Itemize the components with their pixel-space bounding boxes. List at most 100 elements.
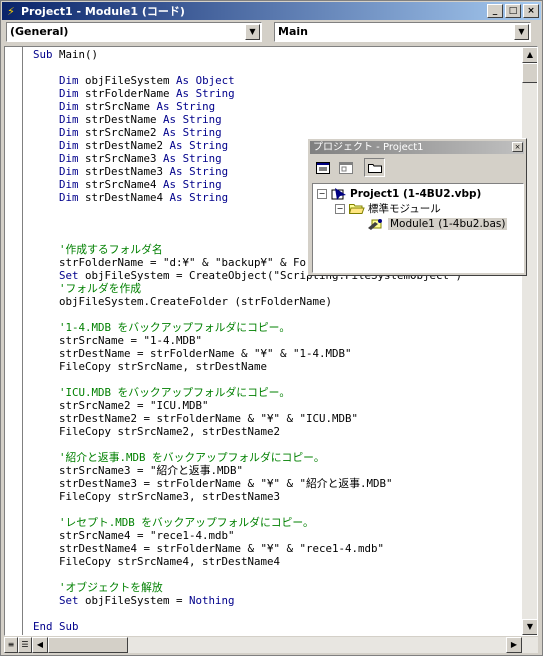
toggle-folders-icon[interactable]	[364, 158, 385, 177]
code-line[interactable]: FileCopy strSrcName2, strDestName2	[33, 425, 462, 438]
code-line[interactable]: 'オブジェクトを解放	[33, 581, 462, 594]
code-line[interactable]: strDestName2 = strFolderName & "¥" & "IC…	[33, 412, 462, 425]
close-icon[interactable]: ×	[512, 142, 523, 152]
code-statement: Dim strDestName2 As String	[59, 139, 229, 152]
code-line[interactable]: 'レセプト.MDB をバックアップフォルダにコピー。	[33, 516, 462, 529]
code-statement: Dim strSrcName As String	[59, 100, 216, 113]
code-line[interactable]	[33, 438, 462, 451]
code-line[interactable]: '1-4.MDB をバックアップフォルダにコピー。	[33, 321, 462, 334]
scroll-left-icon[interactable]: ◀	[32, 637, 48, 653]
code-line[interactable]: Sub Main()	[33, 48, 462, 61]
code-statement: FileCopy strSrcName3, strDestName3	[33, 490, 281, 503]
code-statement: Dim strSrcName4 As String	[59, 178, 222, 191]
view-code-icon[interactable]	[312, 158, 333, 177]
tree-item-project[interactable]: − Project1 (1-4BU2.vbp)	[317, 186, 481, 201]
code-line[interactable]: strSrcName2 = "ICU.MDB"	[33, 399, 462, 412]
scroll-thumb[interactable]	[522, 63, 537, 83]
object-combo-value: (General)	[10, 25, 69, 38]
code-statement: strDestName = strFolderName & "¥" & "1-4…	[33, 347, 352, 360]
code-line[interactable]	[33, 503, 462, 516]
code-line[interactable]: strSrcName = "1-4.MDB"	[33, 334, 462, 347]
code-statement: Dim objFileSystem As Object	[59, 74, 235, 87]
view-object-icon[interactable]	[335, 158, 356, 177]
horizontal-scroll-thumb[interactable]	[48, 637, 128, 653]
tree-item-folder[interactable]: − 標準モジュール	[335, 201, 441, 216]
chevron-down-icon[interactable]: ▼	[245, 24, 260, 40]
chevron-down-icon[interactable]: ▼	[514, 24, 529, 40]
tree-item-project-label: Project1 (1-4BU2.vbp)	[350, 187, 482, 200]
code-line[interactable]: Dim strDestName As String	[33, 113, 462, 126]
code-statement: FileCopy strSrcName, strDestName	[33, 360, 268, 373]
code-line[interactable]	[33, 568, 462, 581]
vertical-scrollbar[interactable]: ▲ ▼	[522, 47, 537, 635]
code-comment: 'フォルダを作成	[33, 282, 142, 295]
folder-open-icon	[349, 204, 365, 214]
code-line[interactable]	[33, 308, 462, 321]
procedure-combo-value: Main	[278, 25, 308, 38]
code-line[interactable]: FileCopy strSrcName, strDestName	[33, 360, 462, 373]
code-line[interactable]: strDestName = strFolderName & "¥" & "1-4…	[33, 347, 462, 360]
object-combo[interactable]: (General) ▼	[6, 22, 262, 42]
scroll-right-icon[interactable]: ▶	[506, 637, 522, 653]
code-line[interactable]: strDestName4 = strFolderName & "¥" & "re…	[33, 542, 462, 555]
code-line[interactable]: Dim strSrcName As String	[33, 100, 462, 113]
vb-app-icon[interactable]: ⚡	[4, 4, 18, 18]
code-statement: strSrcName4 = "rece1-4.mdb"	[33, 529, 235, 542]
scroll-up-icon[interactable]: ▲	[522, 47, 537, 63]
vb-project-icon	[331, 187, 346, 200]
project-tree[interactable]: − Project1 (1-4BU2.vbp) − 標準モジュール Module…	[312, 183, 524, 273]
code-line[interactable]: strSrcName3 = "紹介と返事.MDB"	[33, 464, 462, 477]
code-line[interactable]	[33, 373, 462, 386]
maximize-button[interactable]: □	[505, 4, 521, 18]
procedure-view-icon[interactable]: ≡	[4, 637, 18, 653]
code-statement: FileCopy strSrcName4, strDestName4	[33, 555, 281, 568]
code-statement: strSrcName3 = "紹介と返事.MDB"	[33, 464, 243, 477]
code-statement: Dim strDestName4 As String	[59, 191, 229, 204]
code-line[interactable]: Dim strFolderName As String	[33, 87, 462, 100]
code-statement: Dim strFolderName As String	[59, 87, 235, 100]
code-statement: Sub Main()	[33, 48, 99, 61]
code-line[interactable]: '紹介と返事.MDB をバックアップフォルダにコピー。	[33, 451, 462, 464]
code-line[interactable]: objFileSystem.CreateFolder (strFolderNam…	[33, 295, 462, 308]
full-module-view-icon[interactable]: ☰	[18, 637, 32, 653]
code-line[interactable]	[33, 607, 462, 620]
code-text[interactable]: Sub Main() Dim objFileSystem As Object D…	[33, 48, 462, 633]
code-line[interactable]: End Sub	[33, 620, 462, 633]
project-explorer-title-bar[interactable]: プロジェクト - Project1 ×	[310, 141, 524, 154]
code-line[interactable]: FileCopy strSrcName3, strDestName3	[33, 490, 462, 503]
code-line[interactable]: strDestName3 = strFolderName & "¥" & "紹介…	[33, 477, 462, 490]
horizontal-scrollbar[interactable]: ≡ ☰ ◀ ▶	[4, 637, 538, 653]
close-button[interactable]: ×	[523, 4, 539, 18]
code-statement: Dim strDestName As String	[59, 113, 222, 126]
title-bar[interactable]: ⚡ Project1 - Module1 (コード) _ □ ×	[2, 2, 541, 20]
code-comment: 'レセプト.MDB をバックアップフォルダにコピー。	[33, 516, 314, 529]
collapse-icon[interactable]: −	[335, 203, 345, 214]
margin-indicator-bar[interactable]	[5, 47, 23, 635]
collapse-icon[interactable]: −	[317, 188, 327, 199]
code-statement: Dim strSrcName3 As String	[59, 152, 222, 165]
code-comment: '紹介と返事.MDB をバックアップフォルダにコピー。	[33, 451, 325, 464]
tree-item-folder-label: 標準モジュール	[368, 203, 441, 215]
code-comment: 'ICU.MDB をバックアップフォルダにコピー。	[33, 386, 291, 399]
code-line[interactable]: strSrcName4 = "rece1-4.mdb"	[33, 529, 462, 542]
code-line[interactable]: 'フォルダを作成	[33, 282, 462, 295]
code-statement: objFileSystem.CreateFolder (strFolderNam…	[33, 295, 333, 308]
code-statement: strSrcName = "1-4.MDB"	[33, 334, 203, 347]
code-statement: Dim strDestName3 As String	[59, 165, 229, 178]
code-line[interactable]: 'ICU.MDB をバックアップフォルダにコピー。	[33, 386, 462, 399]
project-explorer-title: プロジェクト - Project1	[313, 142, 424, 153]
code-line[interactable]: Set objFileSystem = Nothing	[33, 594, 462, 607]
code-window: ⚡ Project1 - Module1 (コード) _ □ × (Genera…	[0, 0, 543, 656]
procedure-combo[interactable]: Main ▼	[274, 22, 531, 42]
project-explorer[interactable]: プロジェクト - Project1 × − Project1 (1-4BU2.v…	[307, 138, 527, 276]
code-statement: strDestName4 = strFolderName & "¥" & "re…	[33, 542, 385, 555]
minimize-button[interactable]: _	[487, 4, 503, 18]
code-line[interactable]	[33, 61, 462, 74]
code-editor[interactable]: Sub Main() Dim objFileSystem As Object D…	[4, 46, 538, 636]
code-statement: FileCopy strSrcName2, strDestName2	[33, 425, 281, 438]
code-line[interactable]: Dim objFileSystem As Object	[33, 74, 462, 87]
code-line[interactable]: FileCopy strSrcName4, strDestName4	[33, 555, 462, 568]
code-comment: '1-4.MDB をバックアップフォルダにコピー。	[33, 321, 291, 334]
tree-item-module[interactable]: Module1 (1-4bu2.bas)	[367, 216, 508, 231]
scroll-down-icon[interactable]: ▼	[522, 619, 537, 635]
